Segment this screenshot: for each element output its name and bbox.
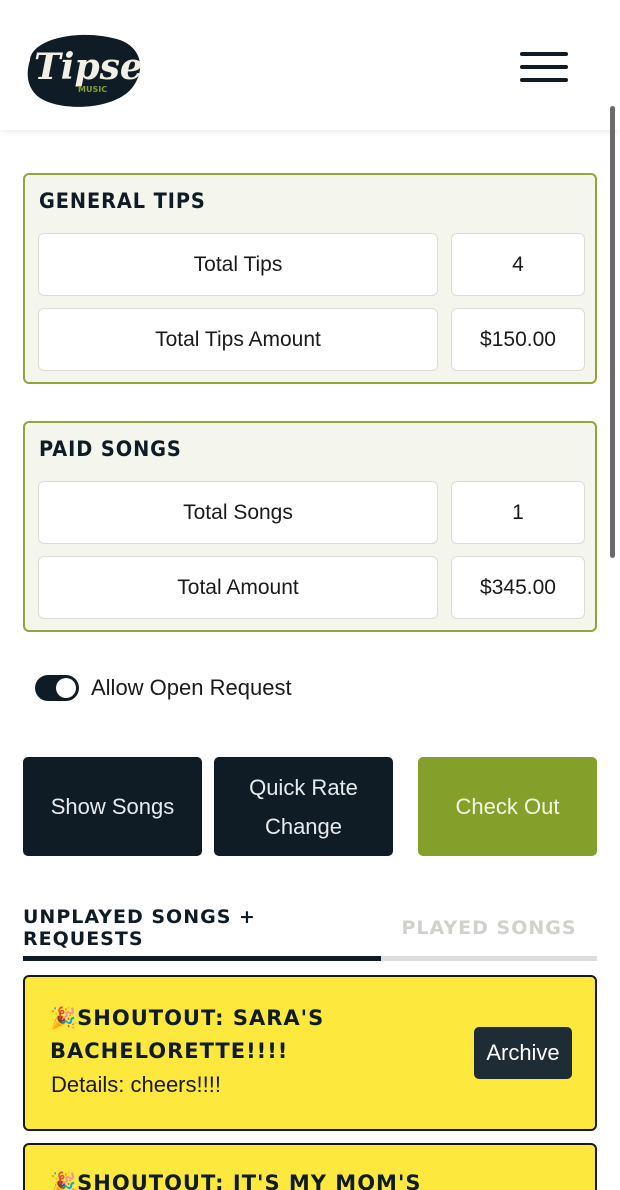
request-title-line1: SHOUTOUT: IT'S MY MOM'S (77, 1171, 422, 1190)
total-tips-value: 4 (451, 233, 585, 296)
open-request-row: Allow Open Request (35, 670, 292, 706)
request-card: 🎉SHOUTOUT: IT'S MY MOM'S (23, 1143, 597, 1190)
request-title-line1: SHOUTOUT: SARA'S (77, 1006, 325, 1030)
general-tips-title: GENERAL TIPS (39, 189, 206, 213)
total-songs-value: 1 (451, 481, 585, 544)
logo-subtext: MUSIC (78, 85, 107, 94)
tipsee-logo[interactable]: Tipsee MUSIC (22, 30, 144, 110)
show-songs-button[interactable]: Show Songs (23, 757, 202, 856)
app-header: Tipsee MUSIC (0, 0, 620, 130)
open-request-label: Allow Open Request (91, 675, 292, 700)
quick-rate-label-line1: Quick Rate (249, 774, 358, 800)
quick-rate-change-button[interactable]: Quick Rate Change (214, 757, 393, 856)
paid-songs-panel: PAID SONGS Total Songs 1 Total Amount $3… (23, 421, 597, 632)
total-tips-amount-label: Total Tips Amount (38, 308, 438, 371)
request-details: Details: cheers!!!! (51, 1072, 221, 1097)
check-out-label: Check Out (455, 794, 560, 819)
general-tips-panel: GENERAL TIPS Total Tips 4 Total Tips Amo… (23, 173, 597, 384)
tab-active-indicator (23, 956, 381, 961)
open-request-toggle[interactable] (35, 675, 79, 701)
tab-inactive-indicator (381, 956, 597, 961)
total-songs-label: Total Songs (38, 481, 438, 544)
request-title: 🎉SHOUTOUT: SARA'S BACHELORETTE!!!! (50, 1002, 324, 1068)
request-title: 🎉SHOUTOUT: IT'S MY MOM'S (50, 1167, 422, 1190)
quick-rate-label-line2: Change (264, 813, 343, 839)
logo-text: Tipsee (34, 46, 144, 88)
party-popper-icon: 🎉 (50, 1006, 78, 1030)
tab-played-songs[interactable]: PLAYED SONGS (381, 908, 597, 948)
page-scrollbar[interactable] (610, 106, 615, 558)
show-songs-label: Show Songs (50, 794, 175, 819)
total-tips-amount-value: $150.00 (451, 308, 585, 371)
party-popper-icon: 🎉 (50, 1171, 78, 1190)
archive-button[interactable]: Archive (474, 1027, 572, 1079)
paid-songs-title: PAID SONGS (39, 437, 182, 461)
total-tips-label: Total Tips (38, 233, 438, 296)
hamburger-menu-icon[interactable] (520, 52, 572, 88)
request-title-line2: BACHELORETTE!!!! (50, 1039, 289, 1063)
total-amount-value: $345.00 (451, 556, 585, 619)
total-amount-label: Total Amount (38, 556, 438, 619)
tab-unplayed-songs[interactable]: UNPLAYED SONGS + REQUESTS (23, 906, 381, 950)
check-out-button[interactable]: Check Out (418, 757, 597, 856)
request-card: 🎉SHOUTOUT: SARA'S BACHELORETTE!!!! Detai… (23, 975, 597, 1131)
